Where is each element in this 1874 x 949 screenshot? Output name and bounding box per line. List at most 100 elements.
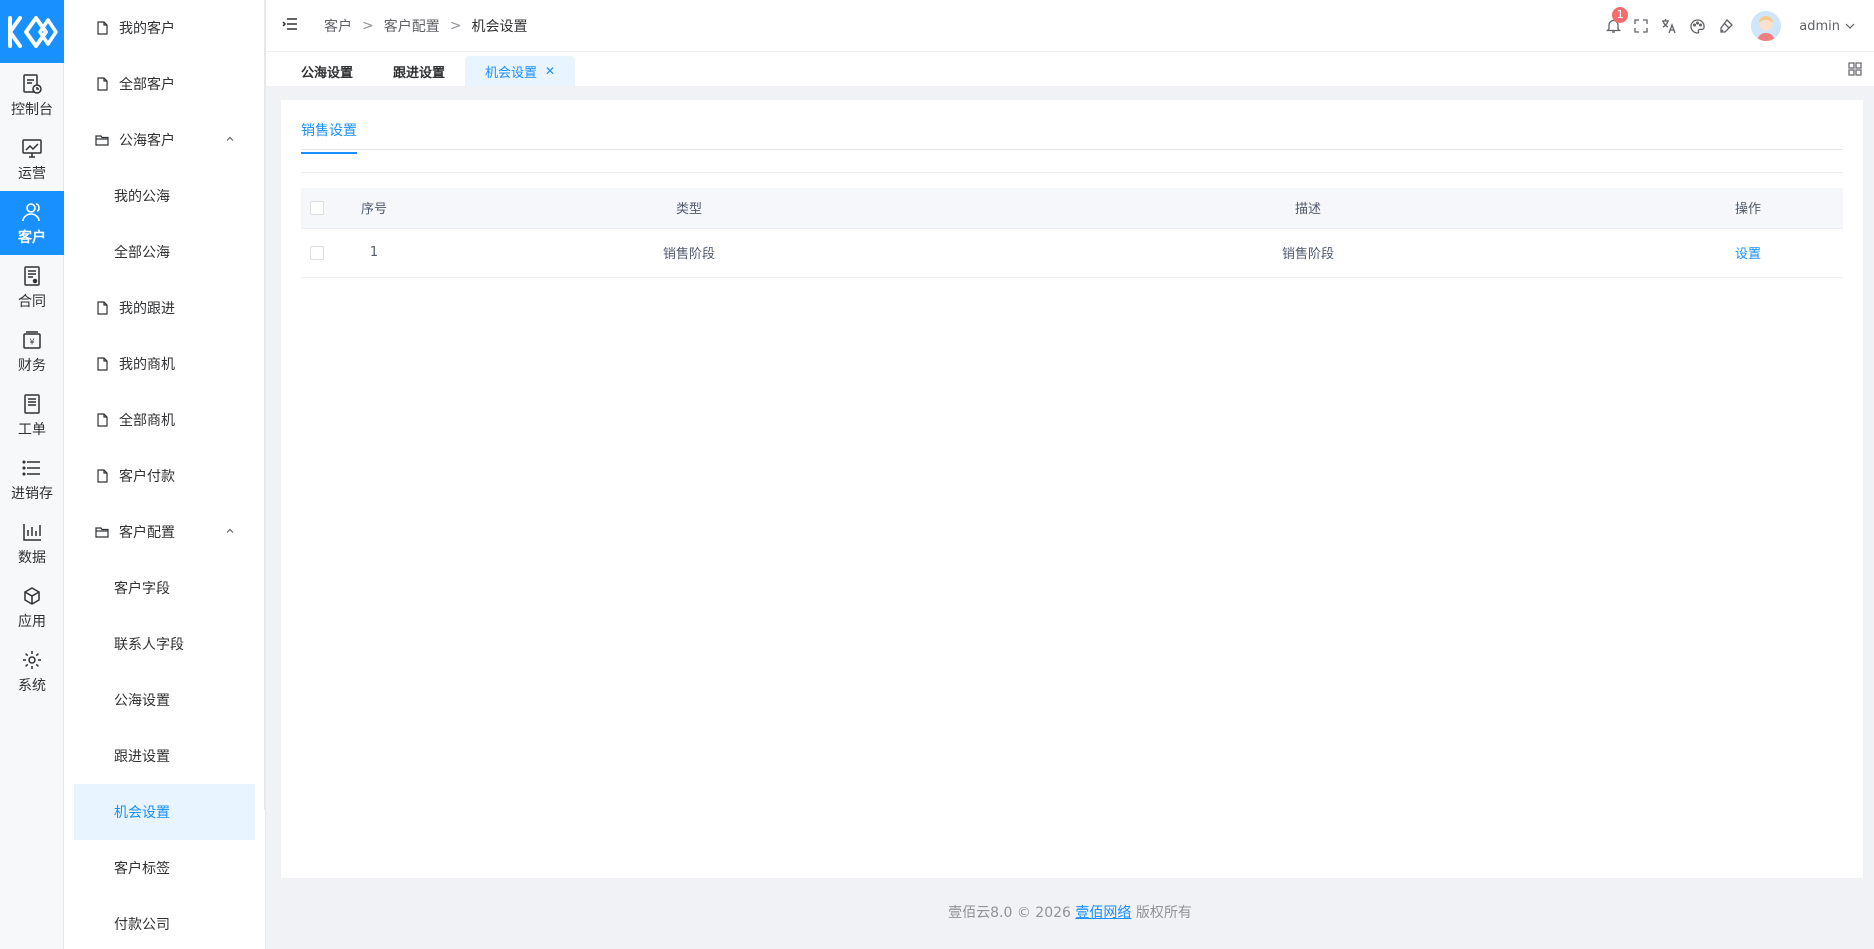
menu-label: 付款公司 [114, 917, 170, 933]
bell-icon[interactable]: 1 [1605, 7, 1629, 34]
header-actions: 1 admin [1605, 0, 1856, 52]
menu-item-my-customers[interactable]: 我的客户 [64, 0, 265, 56]
menu-scrollbar[interactable] [264, 0, 266, 810]
user-name[interactable]: admin [1799, 19, 1840, 34]
rail-label: 控制台 [11, 102, 53, 118]
menu-item-customer-payment[interactable]: 客户付款 [64, 448, 265, 504]
chevron-down-icon[interactable] [1844, 20, 1856, 32]
menu-item-all-opportunities[interactable]: 全部商机 [64, 392, 265, 448]
chevron-up-icon [225, 132, 235, 148]
rail-label: 工单 [18, 422, 46, 438]
file-icon [95, 356, 111, 372]
close-icon[interactable]: ✕ [545, 64, 555, 78]
top-header: 客户 > 客户配置 > 机会设置 1 admin [266, 0, 1874, 52]
menu-item-public-sea-settings[interactable]: 公海设置 [64, 672, 265, 728]
folder-icon [95, 132, 111, 148]
menu-item-followup-settings[interactable]: 跟进设置 [64, 728, 265, 784]
settings-table: 序号 类型 描述 操作 1 销售阶段 销售阶段 设置 [301, 188, 1843, 278]
menu-item-opportunity-settings[interactable]: 机会设置 [74, 784, 255, 840]
data-chart-icon [19, 519, 45, 545]
tab-followup-settings[interactable]: 跟进设置 [373, 56, 465, 86]
svg-text:¥: ¥ [29, 338, 34, 347]
settings-link[interactable]: 设置 [1735, 247, 1761, 262]
menu-item-payment-company[interactable]: 付款公司 [64, 896, 265, 949]
row-select-cell [301, 228, 333, 278]
menu-label: 我的客户 [119, 21, 175, 37]
menu-item-all-customers[interactable]: 全部客户 [64, 56, 265, 112]
secondary-menu: 我的客户 全部客户 公海客户 我的公海 全部公海 我的跟进 我的商机 全部商机 … [64, 0, 266, 949]
menu-item-customer-fields[interactable]: 客户字段 [64, 560, 265, 616]
breadcrumb-current: 机会设置 [471, 18, 528, 35]
menu-label: 全部客户 [119, 77, 175, 93]
menu-label: 跟进设置 [114, 749, 170, 765]
app-logo[interactable] [0, 0, 64, 63]
grid-menu-icon[interactable] [1848, 62, 1862, 80]
menu-label: 机会设置 [114, 805, 170, 821]
rail-label: 系统 [18, 678, 46, 694]
menu-item-my-opportunities[interactable]: 我的商机 [64, 336, 265, 392]
work-order-icon [19, 391, 45, 417]
page-tabs: 公海设置 跟进设置 机会设置 ✕ [266, 52, 1874, 86]
clear-cache-icon[interactable] [1717, 18, 1733, 34]
rail-item-system[interactable]: 系统 [0, 639, 64, 703]
rail-item-work-order[interactable]: 工单 [0, 383, 64, 447]
sub-tabs: 销售设置 [301, 100, 1843, 154]
rail-label: 进销存 [11, 486, 53, 502]
rail-item-inventory[interactable]: 进销存 [0, 447, 64, 511]
rail-item-finance[interactable]: ¥ 财务 [0, 319, 64, 383]
select-all-checkbox[interactable] [310, 200, 324, 215]
cell-type: 销售阶段 [415, 228, 963, 278]
table-row: 1 销售阶段 销售阶段 设置 [301, 228, 1843, 278]
column-header-desc: 描述 [963, 188, 1653, 229]
tab-public-sea-settings[interactable]: 公海设置 [281, 56, 373, 86]
palette-icon[interactable] [1689, 18, 1705, 34]
avatar[interactable] [1751, 11, 1782, 41]
file-icon [95, 412, 111, 428]
menu-item-customer-tags[interactable]: 客户标签 [64, 840, 265, 896]
rail-item-data[interactable]: 数据 [0, 511, 64, 575]
menu-item-all-public-sea[interactable]: 全部公海 [64, 224, 265, 280]
menu-label: 我的商机 [119, 357, 175, 373]
menu-item-my-public-sea[interactable]: 我的公海 [64, 168, 265, 224]
icon-rail: 控制台 运营 客户 合同 ¥ 财务 工单 进销存 数据 应用 系统 [0, 0, 64, 949]
menu-group-customer-config[interactable]: 客户配置 [64, 504, 265, 560]
cell-index: 1 [333, 228, 415, 278]
row-checkbox[interactable] [310, 245, 324, 260]
rail-item-apps[interactable]: 应用 [0, 575, 64, 639]
menu-item-contact-fields[interactable]: 联系人字段 [64, 616, 265, 672]
breadcrumb-item[interactable]: 客户 [324, 16, 352, 36]
rail-item-operations[interactable]: 运营 [0, 127, 64, 191]
menu-label: 客户配置 [119, 525, 175, 541]
breadcrumb-separator: > [362, 17, 374, 34]
breadcrumb-separator: > [449, 17, 462, 34]
finance-icon: ¥ [19, 327, 45, 353]
menu-label: 客户字段 [114, 581, 170, 597]
menu-toggle-icon[interactable] [282, 17, 306, 35]
file-icon [95, 468, 111, 484]
rail-item-dashboard[interactable]: 控制台 [0, 63, 64, 127]
menu-item-my-followup[interactable]: 我的跟进 [64, 280, 265, 336]
translate-icon[interactable] [1661, 18, 1677, 34]
app-cube-icon [19, 583, 45, 609]
content-card: 销售设置 序号 类型 描述 操作 1 销售阶段 销售阶段 设置 [281, 100, 1863, 878]
rail-label: 合同 [18, 294, 46, 310]
cell-action: 设置 [1653, 228, 1843, 278]
chevron-up-icon [225, 524, 235, 540]
footer-rights: 版权所有 [1135, 905, 1192, 921]
rail-label: 运营 [18, 166, 46, 182]
menu-group-public-sea[interactable]: 公海客户 [64, 112, 265, 168]
tab-label: 公海设置 [301, 65, 354, 81]
breadcrumb-item[interactable]: 客户配置 [384, 16, 440, 36]
fullscreen-icon[interactable] [1633, 18, 1649, 34]
tab-opportunity-settings[interactable]: 机会设置 ✕ [465, 56, 576, 86]
footer-company-link[interactable]: 壹佰网络 [1075, 905, 1131, 921]
rail-item-customer[interactable]: 客户 [0, 191, 64, 255]
rail-item-contract[interactable]: 合同 [0, 255, 64, 319]
folder-icon [95, 524, 111, 540]
menu-label: 我的公海 [114, 189, 170, 205]
tab-sales-settings[interactable]: 销售设置 [301, 120, 357, 154]
menu-label: 全部公海 [114, 245, 170, 261]
menu-label: 我的跟进 [119, 301, 175, 317]
breadcrumb: 客户 > 客户配置 > 机会设置 [324, 16, 527, 36]
cell-desc: 销售阶段 [963, 228, 1653, 278]
